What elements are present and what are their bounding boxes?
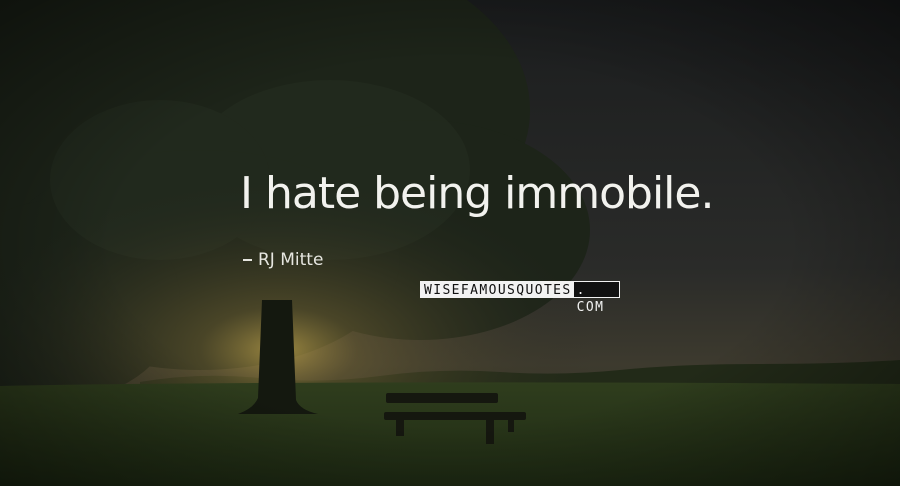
watermark-part-1: WISEFAMOUSQUOTES bbox=[421, 282, 574, 298]
quote-image: I hate being immobile. RJ Mitte WISEFAMO… bbox=[0, 0, 900, 486]
wisefamousquotes-watermark: WISEFAMOUSQUOTES . COM bbox=[420, 281, 620, 315]
dash-icon bbox=[243, 259, 252, 261]
watermark-part-2: . COM bbox=[573, 282, 619, 315]
quote-text: I hate being immobile. bbox=[240, 168, 714, 219]
author-name: RJ Mitte bbox=[258, 250, 324, 270]
park-background bbox=[0, 0, 900, 486]
author-attribution: RJ Mitte bbox=[243, 250, 323, 270]
